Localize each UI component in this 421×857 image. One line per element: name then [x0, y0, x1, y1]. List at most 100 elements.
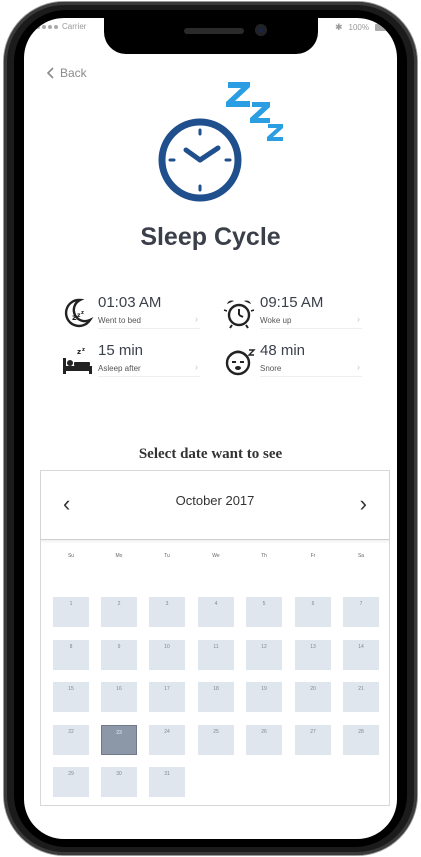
calendar-day-number: 3 [165, 601, 169, 607]
stat-value: 01:03 AM [98, 294, 162, 311]
calendar-day-number: 11 [213, 644, 219, 650]
calendar-day[interactable]: 28 [343, 725, 379, 755]
app-title: Sleep Cycle [140, 223, 281, 251]
calendar-day[interactable]: 27 [295, 725, 331, 755]
calendar-day[interactable]: 7 [343, 597, 379, 627]
calendar-day-number: 19 [261, 686, 267, 692]
calendar-day-selected[interactable]: 23 [101, 725, 137, 755]
snore-icon [225, 349, 256, 376]
stat-divider [98, 328, 200, 329]
back-label: Back [60, 66, 87, 80]
calendar-day[interactable]: 19 [246, 682, 282, 712]
calendar-day-number: 14 [358, 644, 364, 650]
calendar-day[interactable]: 8 [53, 640, 89, 670]
calendar-day-number: 12 [261, 644, 267, 650]
chevron-right-icon: › [195, 362, 198, 372]
calendar-day-number: 1 [69, 601, 73, 607]
calendar-day[interactable]: 1 [53, 597, 89, 627]
carrier-label: Carrier [62, 22, 87, 31]
calendar-day-number: 30 [116, 771, 122, 777]
stat-value: 48 min [260, 342, 306, 359]
calendar-day[interactable]: 2 [101, 597, 137, 627]
calendar-day-number: 17 [164, 686, 170, 692]
back-button[interactable]: Back [46, 66, 87, 80]
alarm-clock-icon [223, 300, 255, 329]
calendar-day[interactable]: 14 [343, 640, 379, 670]
calendar-day[interactable]: 24 [149, 725, 185, 755]
calendar-day[interactable]: 25 [198, 725, 234, 755]
calendar-day-number: 6 [311, 601, 315, 607]
calendar-day[interactable]: 9 [101, 640, 137, 670]
calendar-day-number: 28 [358, 729, 364, 735]
calendar: October 2017 ‹ › Su Mo Tu We Th Fr Sa 12345678… [40, 470, 390, 806]
moon-sleep-icon: z z z [64, 298, 94, 328]
calendar-day-number: 7 [359, 601, 363, 607]
calendar-day-number: 9 [117, 644, 121, 650]
stat-label: Snore [260, 364, 282, 373]
stat-divider [260, 328, 362, 329]
calendar-grid: 1 2 3 4 5 6 7 8 9 10 11 12 13 14 15 16 17 18 19 20 21 22 23 24 2… [41, 471, 389, 805]
calendar-day-number: 22 [68, 729, 74, 735]
calendar-day[interactable]: 20 [295, 682, 331, 712]
calendar-day[interactable]: 12 [246, 640, 282, 670]
calendar-day[interactable]: 4 [198, 597, 234, 627]
calendar-day-number: 23 [116, 730, 122, 736]
calendar-day-number: 15 [68, 686, 74, 692]
calendar-day-number: 10 [164, 644, 170, 650]
calendar-day[interactable]: 30 [101, 767, 137, 797]
bluetooth-icon: ✱ [334, 22, 343, 32]
stat-went-to-bed[interactable]: z z z 01:03 AM Went to bed › [60, 294, 200, 334]
calendar-day-number: 2 [117, 601, 121, 607]
calendar-day-number: 25 [213, 729, 219, 735]
calendar-day[interactable]: 22 [53, 725, 89, 755]
calendar-day-number: 18 [213, 686, 219, 692]
calendar-day[interactable]: 26 [246, 725, 282, 755]
calendar-day[interactable]: 21 [343, 682, 379, 712]
calendar-day[interactable]: 29 [53, 767, 89, 797]
svg-text:z: z [82, 347, 85, 353]
front-camera-icon [255, 24, 267, 36]
svg-text:z: z [81, 310, 84, 316]
calendar-day-number: 20 [310, 686, 316, 692]
calendar-day[interactable]: 5 [246, 597, 282, 627]
calendar-day-number: 4 [214, 601, 218, 607]
chevron-right-icon: › [357, 314, 360, 324]
calendar-day[interactable]: 17 [149, 682, 185, 712]
svg-text:z: z [77, 348, 81, 356]
calendar-day[interactable]: 6 [295, 597, 331, 627]
calendar-day-number: 29 [68, 771, 74, 777]
status-bar-right: ✱ 100% [335, 22, 387, 33]
calendar-day[interactable]: 31 [149, 767, 185, 797]
status-bar-left: Carrier [36, 22, 86, 31]
chevron-right-icon: › [357, 362, 360, 372]
chevron-left-icon [46, 67, 54, 79]
battery-percent: 100% [348, 23, 369, 32]
calendar-heading: Select date want to see [138, 446, 283, 462]
signal-icon [36, 24, 58, 29]
stat-label: Woke up [260, 316, 292, 325]
stat-divider [98, 376, 200, 377]
bed-icon: z z [63, 347, 92, 374]
calendar-day[interactable]: 18 [198, 682, 234, 712]
stat-label: Asleep after [98, 364, 141, 373]
stat-snore[interactable]: 48 min Snore › [222, 342, 362, 382]
calendar-day-number: 26 [261, 729, 267, 735]
calendar-day[interactable]: 11 [198, 640, 234, 670]
speaker-grille [184, 28, 244, 34]
stat-asleep-after[interactable]: z z 15 min Asleep after › [60, 342, 200, 382]
calendar-day[interactable]: 13 [295, 640, 331, 670]
calendar-day[interactable]: 10 [149, 640, 185, 670]
calendar-day[interactable]: 3 [149, 597, 185, 627]
calendar-day-number: 31 [164, 771, 170, 777]
stat-label: Went to bed [98, 316, 141, 325]
calendar-day-number: 21 [358, 686, 364, 692]
stat-value: 15 min [98, 342, 144, 359]
app-screen: Carrier ✱ 100% Back Sleep Cycle z z z 01… [24, 18, 397, 839]
phone-notch [104, 18, 318, 54]
calendar-day-number: 24 [164, 729, 170, 735]
calendar-day[interactable]: 16 [101, 682, 137, 712]
sleep-clock-logo-icon [158, 82, 283, 202]
stat-woke-up[interactable]: 09:15 AM Woke up › [222, 294, 362, 334]
chevron-right-icon: › [195, 314, 198, 324]
calendar-day[interactable]: 15 [53, 682, 89, 712]
